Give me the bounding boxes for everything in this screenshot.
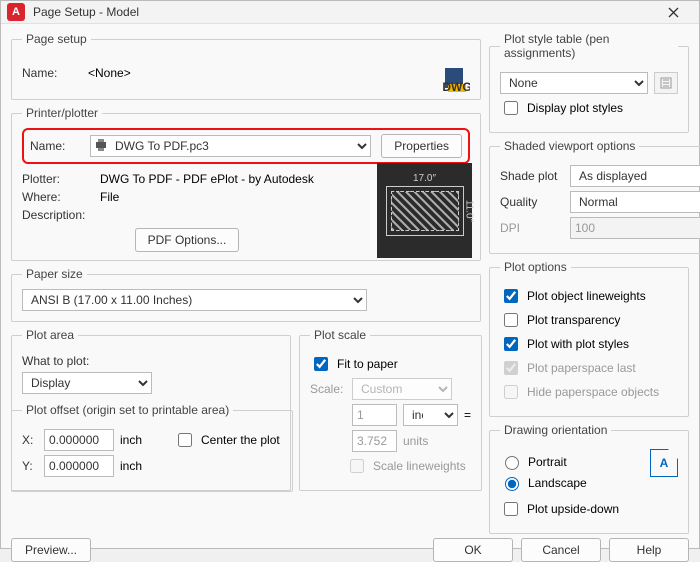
center-plot-label: Center the plot — [201, 433, 280, 447]
offset-y-input[interactable] — [44, 455, 114, 477]
plotter-value: DWG To PDF - PDF ePlot - by Autodesk — [100, 172, 314, 186]
offset-y-unit: inch — [120, 459, 142, 473]
plot-scale-group: Plot scale Fit to paper Scale: Custom — [299, 328, 482, 491]
display-plot-styles-checkbox[interactable] — [504, 101, 518, 115]
center-plot-checkbox[interactable] — [178, 433, 192, 447]
dialog-window: A Page Setup - Model Page setup Name: <N… — [0, 0, 700, 549]
page-setup-name-label: Name: — [22, 66, 82, 80]
page-setup-name-value: <None> — [88, 66, 131, 80]
where-label: Where: — [22, 190, 94, 204]
preview-button[interactable]: Preview... — [11, 538, 91, 562]
cancel-button[interactable]: Cancel — [521, 538, 601, 562]
portrait-label: Portrait — [528, 455, 567, 469]
plot-style-table-group: Plot style table (pen assignments) None … — [489, 32, 689, 133]
plot-options-group: Plot options Plot object lineweights Plo… — [489, 260, 689, 417]
scale-select: Custom — [352, 378, 452, 400]
plot-styles-label: Plot with plot styles — [527, 337, 629, 351]
shaded-viewport-legend: Shaded viewport options — [500, 139, 639, 153]
description-label: Description: — [22, 208, 94, 222]
what-to-plot-label: What to plot: — [22, 354, 89, 368]
fit-to-paper-checkbox[interactable] — [314, 357, 328, 371]
plot-lineweights-label: Plot object lineweights — [527, 289, 646, 303]
scale-unit-type[interactable]: inches — [403, 404, 458, 426]
dialog-content: Page setup Name: <None> DWG Printer/plot… — [1, 24, 699, 538]
offset-y-label: Y: — [22, 459, 38, 473]
plot-scale-legend: Plot scale — [310, 328, 370, 342]
window-title: Page Setup - Model — [33, 5, 653, 19]
orientation-legend: Drawing orientation — [500, 423, 611, 437]
paper-size-select[interactable]: ANSI B (17.00 x 11.00 Inches) — [22, 289, 367, 311]
plotter-label: Plotter: — [22, 172, 94, 186]
scale-equals: = — [464, 408, 471, 422]
plot-transparency-label: Plot transparency — [527, 313, 620, 327]
orientation-icon: A — [650, 449, 678, 477]
offset-x-label: X: — [22, 433, 38, 447]
what-to-plot-select[interactable]: Display — [22, 372, 152, 394]
landscape-label: Landscape — [528, 476, 587, 490]
ok-button[interactable]: OK — [433, 538, 513, 562]
shade-plot-label: Shade plot — [500, 169, 564, 183]
page-setup-group: Page setup Name: <None> DWG — [11, 32, 481, 100]
dpi-input — [570, 217, 700, 239]
plot-area-legend: Plot area — [22, 328, 78, 342]
where-value: File — [100, 190, 119, 204]
pdf-options-button[interactable]: PDF Options... — [135, 228, 240, 252]
plot-transparency-checkbox[interactable] — [504, 313, 518, 327]
app-icon: A — [7, 3, 25, 21]
paper-size-group: Paper size ANSI B (17.00 x 11.00 Inches) — [11, 267, 481, 322]
display-plot-styles-label: Display plot styles — [527, 101, 623, 115]
plot-styles-checkbox[interactable] — [504, 337, 518, 351]
printer-legend: Printer/plotter — [22, 106, 102, 120]
upside-down-checkbox[interactable] — [504, 502, 518, 516]
fit-to-paper-label: Fit to paper — [337, 357, 398, 371]
scale-label: Scale: — [310, 382, 346, 396]
plot-options-legend: Plot options — [500, 260, 571, 274]
dialog-footer: Preview... OK Cancel Help — [1, 538, 699, 562]
svg-text:DWG: DWG — [442, 80, 470, 94]
close-icon[interactable] — [653, 1, 693, 23]
plot-style-table-legend: Plot style table (pen assignments) — [500, 32, 678, 60]
portrait-radio[interactable] — [505, 456, 519, 470]
plot-offset-legend: Plot offset (origin set to printable are… — [22, 403, 233, 417]
printer-name-label: Name: — [30, 139, 80, 153]
quality-label: Quality — [500, 195, 564, 209]
orientation-group: Drawing orientation Portrait Landscape A… — [489, 423, 689, 534]
printer-name-highlight: Name: DWG To PDF.pc3 Properties — [22, 128, 470, 164]
plot-paperspace-checkbox — [504, 361, 518, 375]
hide-paperspace-label: Hide paperspace objects — [527, 385, 659, 399]
plot-offset-group: Plot offset (origin set to printable are… — [11, 403, 293, 492]
paper-preview: 17.0″ 11.0″ — [377, 163, 472, 258]
hide-paperspace-checkbox — [504, 385, 518, 399]
scale-lineweights-label: Scale lineweights — [373, 459, 466, 473]
dwg-icon: DWG — [442, 66, 470, 94]
upside-down-label: Plot upside-down — [527, 502, 619, 516]
preview-width: 17.0″ — [413, 173, 436, 184]
printer-icon — [94, 138, 108, 155]
plot-paperspace-label: Plot paperspace last — [527, 361, 636, 375]
quality-select[interactable]: Normal — [570, 191, 700, 213]
scale-draw-unit: units — [403, 434, 428, 448]
offset-x-input[interactable] — [44, 429, 114, 451]
plot-style-table-select[interactable]: None — [500, 72, 648, 94]
titlebar: A Page Setup - Model — [1, 1, 699, 24]
paper-size-legend: Paper size — [22, 267, 87, 281]
help-button[interactable]: Help — [609, 538, 689, 562]
printer-group: Printer/plotter Name: DWG To PDF.pc3 Pro… — [11, 106, 481, 261]
preview-height: 11.0″ — [464, 199, 475, 221]
scale-draw-value — [352, 430, 397, 452]
properties-button[interactable]: Properties — [381, 134, 462, 158]
scale-lineweights-checkbox — [350, 459, 364, 473]
shade-plot-select[interactable]: As displayed — [570, 165, 700, 187]
landscape-radio[interactable] — [505, 477, 519, 491]
printer-name-select[interactable]: DWG To PDF.pc3 — [90, 135, 371, 157]
page-setup-legend: Page setup — [22, 32, 91, 46]
scale-unit-value — [352, 404, 397, 426]
shaded-viewport-group: Shaded viewport options Shade plot As di… — [489, 139, 700, 254]
offset-x-unit: inch — [120, 433, 142, 447]
dpi-label: DPI — [500, 221, 564, 235]
plot-style-edit-button[interactable] — [654, 72, 678, 94]
plot-lineweights-checkbox[interactable] — [504, 289, 518, 303]
